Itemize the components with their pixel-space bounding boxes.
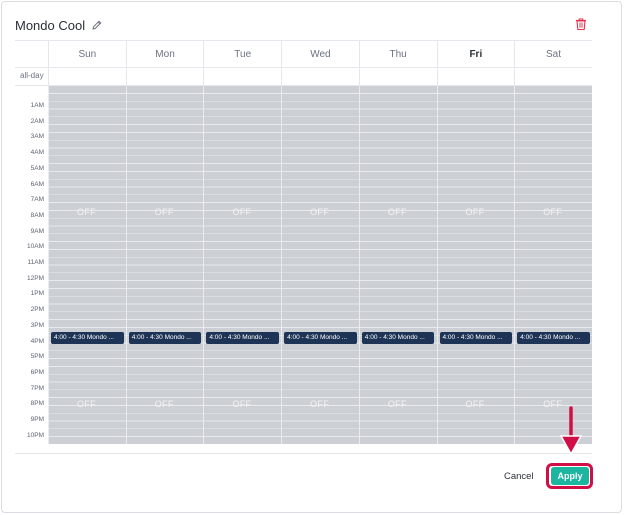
- day-header-sat: Sat: [514, 41, 592, 68]
- event-block[interactable]: 4:00 - 4:30 Mondo ...: [361, 332, 435, 344]
- hour-label: 3PM: [30, 321, 44, 329]
- hour-label: 7PM: [30, 384, 44, 392]
- event-block[interactable]: 4:00 - 4:30 Mondo ...: [206, 332, 280, 344]
- day-header-wed: Wed: [281, 41, 359, 68]
- day-header-thu: Thu: [358, 41, 437, 68]
- hour-label: 8AM: [30, 211, 44, 219]
- week-calendar: Sun Mon Tue Wed Thu Fri Sat all-day 1AM 2AM 3AM 4…: [15, 40, 592, 444]
- all-day-cell[interactable]: [203, 68, 281, 86]
- off-label-morning: OFF: [310, 207, 330, 217]
- day-header-fri: Fri: [436, 41, 515, 68]
- hour-label: 1PM: [30, 290, 44, 298]
- event-block[interactable]: 4:00 - 4:30 Mondo ...: [51, 332, 124, 344]
- hour-label: 6PM: [30, 368, 44, 376]
- hour-label: 5PM: [30, 353, 44, 361]
- all-day-row: all-day: [15, 67, 592, 86]
- off-label-evening: OFF: [232, 399, 252, 409]
- event-block[interactable]: 4:00 - 4:30 Mondo ...: [284, 332, 357, 344]
- hour-label: 2PM: [30, 306, 44, 314]
- pointer-arrow-icon: [559, 406, 583, 456]
- hour-label: 12PM: [27, 274, 44, 282]
- hour-label: 4PM: [30, 337, 44, 345]
- event-block[interactable]: 4:00 - 4:30 Mondo ...: [439, 332, 513, 344]
- off-label-morning: OFF: [387, 207, 407, 217]
- time-grid[interactable]: OFF OFF 4:00 - 4:30 Mondo ... OFF OFF 4:00 - …: [48, 86, 592, 444]
- day-header-row: Sun Mon Tue Wed Thu Fri Sat: [15, 40, 592, 68]
- hour-label: 1AM: [30, 102, 44, 109]
- off-label-evening: OFF: [77, 399, 96, 409]
- event-block[interactable]: 4:00 - 4:30 Mondo ...: [517, 332, 590, 344]
- hour-label: 11AM: [27, 259, 45, 266]
- off-label-evening: OFF: [310, 399, 330, 409]
- off-label-evening: OFF: [154, 399, 174, 409]
- dialog-header: Mondo Cool: [15, 15, 103, 35]
- event-block[interactable]: 4:00 - 4:30 Mondo ...: [128, 332, 202, 344]
- hour-label: 8PM: [30, 400, 44, 408]
- all-day-cell[interactable]: [48, 68, 126, 86]
- cancel-button[interactable]: Cancel: [504, 471, 534, 482]
- hour-label: 10AM: [27, 243, 44, 251]
- off-label-evening: OFF: [387, 399, 407, 409]
- all-day-cell[interactable]: [436, 68, 515, 86]
- apply-button[interactable]: Apply: [551, 467, 589, 485]
- all-day-label: all-day: [20, 71, 44, 80]
- all-day-cell[interactable]: [514, 68, 592, 86]
- off-label-morning: OFF: [465, 207, 485, 217]
- day-column-thu[interactable]: [358, 86, 437, 444]
- off-label-morning: OFF: [154, 207, 174, 217]
- hour-label: 4AM: [30, 149, 44, 157]
- hour-label: 5AM: [30, 164, 44, 172]
- hour-label: 6AM: [30, 180, 44, 188]
- day-header-tue: Tue: [203, 41, 281, 68]
- all-day-cell[interactable]: [358, 68, 437, 86]
- hour-label: 2AM: [30, 117, 44, 125]
- hour-label: 7AM: [30, 196, 44, 204]
- day-column-mon[interactable]: [125, 86, 204, 444]
- off-label-morning: OFF: [543, 207, 563, 217]
- hour-label: 10PM: [27, 431, 44, 439]
- pencil-icon[interactable]: [91, 19, 103, 31]
- day-column-sat[interactable]: [514, 86, 592, 444]
- day-header-sun: Sun: [48, 41, 126, 68]
- off-label-morning: OFF: [77, 207, 96, 217]
- day-column-wed[interactable]: [281, 86, 359, 444]
- day-column-sun[interactable]: [48, 86, 126, 444]
- day-column-tue[interactable]: [203, 86, 281, 444]
- hour-label: 9AM: [30, 227, 44, 235]
- day-column-fri[interactable]: [436, 86, 515, 444]
- day-header-mon: Mon: [125, 41, 204, 68]
- hour-label: 3AM: [30, 133, 44, 141]
- off-label-morning: OFF: [232, 207, 252, 217]
- trash-icon[interactable]: [574, 17, 588, 31]
- all-day-cell[interactable]: [125, 68, 204, 86]
- off-label-evening: OFF: [465, 399, 485, 409]
- all-day-cell[interactable]: [281, 68, 359, 86]
- footer-divider: [15, 453, 592, 454]
- dialog-title: Mondo Cool: [15, 17, 86, 33]
- hour-label: 9PM: [30, 416, 44, 423]
